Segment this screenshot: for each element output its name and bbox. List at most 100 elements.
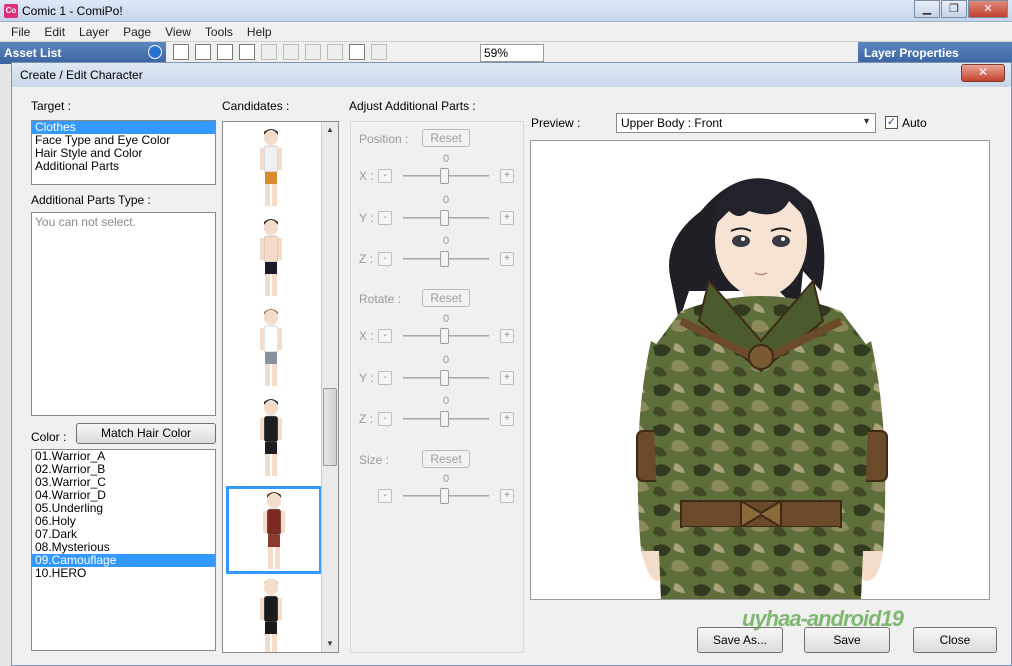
axis-label: X : — [359, 169, 374, 183]
watermark-text: uyhaa-android19 — [742, 606, 904, 631]
increment-button[interactable]: + — [500, 329, 514, 343]
rotate-x-slider[interactable]: X : - + — [351, 328, 525, 344]
slider-knob[interactable] — [440, 411, 449, 427]
character-preview[interactable] — [530, 140, 990, 600]
adjust-panel: Position : Reset 0 X : - + 0 Y : - + 0 Z… — [350, 121, 524, 653]
cut-icon[interactable] — [305, 44, 321, 60]
print-icon[interactable] — [173, 44, 189, 60]
size-slider[interactable]: - + — [351, 488, 525, 504]
additional-parts-placeholder: You can not select. — [35, 215, 136, 229]
dialog-titlebar: Create / Edit Character ✕ — [12, 63, 1011, 87]
axis-label: Y : — [359, 371, 374, 385]
slider-knob[interactable] — [440, 370, 449, 386]
size-reset-button[interactable]: Reset — [422, 450, 470, 468]
scroll-down-icon[interactable]: ▼ — [322, 636, 338, 652]
restore-button[interactable]: ❐ — [941, 0, 967, 18]
delete-icon[interactable] — [371, 44, 387, 60]
export-icon[interactable] — [195, 44, 211, 60]
dialog-title: Create / Edit Character — [20, 68, 143, 82]
zoom-select[interactable]: 59% — [480, 44, 544, 62]
auto-label: Auto — [902, 116, 927, 130]
printer-icon[interactable] — [239, 44, 255, 60]
decrement-button[interactable]: - — [378, 169, 392, 183]
rotate-y-slider[interactable]: Y : - + — [351, 370, 525, 386]
color-label: Color : — [31, 430, 67, 444]
target-item-additional[interactable]: Additional Parts — [32, 160, 215, 173]
additional-parts-type-label: Additional Parts Type : — [31, 193, 151, 207]
increment-button[interactable]: + — [500, 169, 514, 183]
axis-label: Z : — [359, 412, 373, 426]
axis-label: X : — [359, 329, 374, 343]
scroll-up-icon[interactable]: ▲ — [322, 122, 338, 138]
preview-select-value: Upper Body : Front — [621, 116, 723, 130]
increment-button[interactable]: + — [500, 252, 514, 266]
decrement-button[interactable]: - — [378, 371, 392, 385]
axis-label: Z : — [359, 252, 373, 266]
copy-icon[interactable] — [327, 44, 343, 60]
menu-help[interactable]: Help — [240, 25, 279, 39]
position-x-slider[interactable]: X : - + — [351, 168, 525, 184]
increment-button[interactable]: + — [500, 412, 514, 426]
menu-edit[interactable]: Edit — [37, 25, 72, 39]
undo-icon[interactable] — [261, 44, 277, 60]
rotate-z-slider[interactable]: Z : - + — [351, 411, 525, 427]
paste-icon[interactable] — [349, 44, 365, 60]
decrement-button[interactable]: - — [378, 412, 392, 426]
app-close-button[interactable]: ✕ — [968, 0, 1008, 18]
decrement-button[interactable]: - — [378, 211, 392, 225]
additional-parts-type-list[interactable]: You can not select. — [31, 212, 216, 416]
slider-knob[interactable] — [440, 488, 449, 504]
increment-button[interactable]: + — [500, 371, 514, 385]
axis-label: Y : — [359, 211, 374, 225]
position-y-slider[interactable]: Y : - + — [351, 210, 525, 226]
layer-properties-header: Layer Properties — [858, 42, 1012, 64]
increment-button[interactable]: + — [500, 489, 514, 503]
candidate-figure-icon — [260, 579, 282, 652]
slider-knob[interactable] — [440, 168, 449, 184]
position-label: Position : — [359, 132, 409, 146]
asset-list-header: Asset List — [0, 42, 166, 64]
rotate-reset-button[interactable]: Reset — [422, 289, 470, 307]
decrement-button[interactable]: - — [378, 489, 392, 503]
candidate-red-armor[interactable] — [226, 486, 322, 574]
menu-tools[interactable]: Tools — [198, 25, 240, 39]
target-list[interactable]: Clothes Face Type and Eye Color Hair Sty… — [31, 120, 216, 185]
position-z-slider[interactable]: Z : - + — [351, 251, 525, 267]
decrement-button[interactable]: - — [378, 252, 392, 266]
close-button[interactable]: Close — [913, 627, 997, 653]
auto-checkbox[interactable]: ✓ — [885, 116, 898, 129]
candidate-figure-icon — [260, 129, 282, 206]
candidates-panel[interactable]: ▲ ▼ — [222, 121, 339, 653]
color-item[interactable]: 10.HERO — [32, 567, 215, 580]
match-hair-color-button[interactable]: Match Hair Color — [76, 423, 216, 444]
adjust-additional-parts-label: Adjust Additional Parts : — [349, 99, 476, 113]
app-title: Comic 1 - ComiPo! — [22, 4, 123, 18]
position-reset-button[interactable]: Reset — [422, 129, 470, 147]
redo-icon[interactable] — [283, 44, 299, 60]
candidate-black-suit[interactable] — [226, 396, 322, 484]
slider-knob[interactable] — [440, 210, 449, 226]
candidate-white-shirt[interactable] — [226, 306, 322, 394]
menu-file[interactable]: File — [4, 25, 37, 39]
candidate-swimwear[interactable] — [226, 216, 322, 304]
dialog-close-button[interactable]: ✕ — [961, 64, 1005, 82]
increment-button[interactable]: + — [500, 211, 514, 225]
candidate-orange-shorts[interactable] — [226, 126, 322, 214]
minimize-button[interactable]: ▁ — [914, 0, 940, 18]
menu-layer[interactable]: Layer — [72, 25, 116, 39]
color-list[interactable]: 01.Warrior_A 02.Warrior_B 03.Warrior_C 0… — [31, 449, 216, 651]
menu-page[interactable]: Page — [116, 25, 158, 39]
slider-knob[interactable] — [440, 251, 449, 267]
forward-icon[interactable] — [148, 45, 162, 59]
preview-select[interactable]: Upper Body : Front ▼ — [616, 113, 876, 133]
candidate-bald-suit[interactable] — [226, 576, 322, 652]
candidates-scrollbar[interactable]: ▲ ▼ — [321, 122, 338, 652]
menu-view[interactable]: View — [158, 25, 198, 39]
scroll-thumb[interactable] — [323, 388, 337, 466]
candidates-label: Candidates : — [222, 99, 290, 113]
app-toolbar: Asset List 59% Layer Properties — [0, 42, 1012, 64]
slider-knob[interactable] — [440, 328, 449, 344]
decrement-button[interactable]: - — [378, 329, 392, 343]
layer-icon[interactable] — [217, 44, 233, 60]
app-titlebar: Co Comic 1 - ComiPo! ▁ ❐ ✕ — [0, 0, 1012, 22]
